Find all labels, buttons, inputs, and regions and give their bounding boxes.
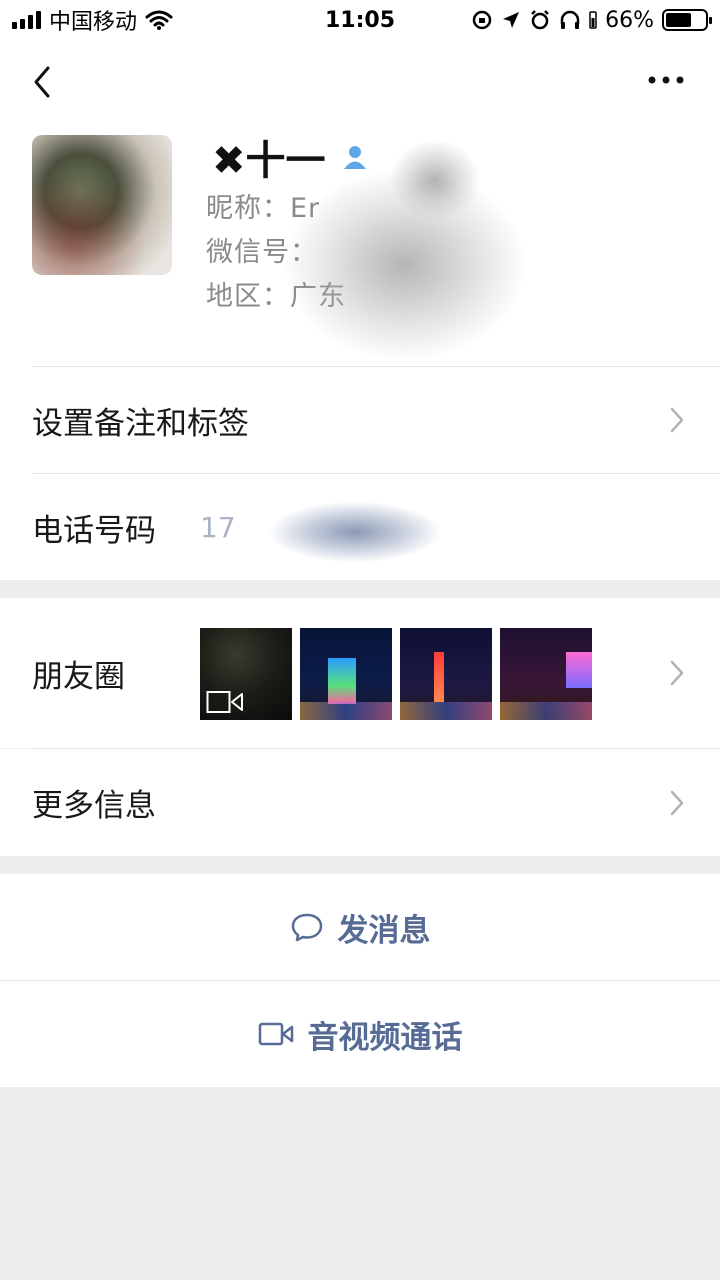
more-info-row[interactable]: 更多信息 xyxy=(0,749,720,856)
signal-icon xyxy=(12,11,41,29)
divider xyxy=(0,980,720,981)
chevron-right-icon xyxy=(670,407,684,433)
remark-tags-row[interactable]: 设置备注和标签 xyxy=(0,367,720,473)
chevron-right-icon xyxy=(670,790,684,815)
male-user-icon xyxy=(343,146,366,169)
privacy-scribble xyxy=(270,502,440,562)
video-call-label: 音视频通话 xyxy=(307,1019,463,1056)
chat-bubble-icon xyxy=(291,913,322,942)
name-row: ✖十一 xyxy=(212,128,370,186)
headphones-icon xyxy=(560,10,580,29)
video-icon xyxy=(206,691,243,713)
privacy-scribble xyxy=(390,140,480,220)
divider xyxy=(32,748,720,749)
phone-label: 电话号码 xyxy=(32,512,156,549)
status-left: 中国移动 xyxy=(12,4,173,36)
moment-thumbnail xyxy=(500,628,592,720)
display-name: ✖十一 xyxy=(212,138,326,184)
moments-thumbnails xyxy=(200,628,592,720)
video-camera-icon xyxy=(258,1022,293,1046)
send-message-label: 发消息 xyxy=(337,912,431,949)
wifi-icon xyxy=(145,10,173,30)
chevron-right-icon xyxy=(670,660,684,686)
moment-thumbnail xyxy=(300,628,392,720)
avatar[interactable] xyxy=(32,135,172,275)
moments-row[interactable]: 朋友圈 xyxy=(0,598,720,748)
more-info-label: 更多信息 xyxy=(32,788,156,824)
phone-value[interactable]: 17 xyxy=(200,511,236,544)
video-call-button[interactable]: 音视频通话 xyxy=(0,981,720,1087)
battery-fill xyxy=(666,13,692,27)
remark-tags-label: 设置备注和标签 xyxy=(32,405,249,442)
profile-card: ✖十一 昵称：Er 微信号： 地区：广东 设置备注和标签 电话号码 17 xyxy=(0,40,720,580)
rotation-lock-icon xyxy=(472,10,492,30)
alarm-icon xyxy=(531,10,549,30)
battery-percent: 66% xyxy=(605,7,654,33)
location-icon xyxy=(503,12,520,28)
moment-thumbnail xyxy=(200,628,292,720)
moment-thumbnail xyxy=(400,628,492,720)
battery-icon xyxy=(662,9,712,31)
moments-label: 朋友圈 xyxy=(32,658,125,695)
chevron-left-icon[interactable] xyxy=(28,62,58,102)
ellipsis-icon[interactable] xyxy=(646,70,686,90)
phone-row[interactable]: 电话号码 17 xyxy=(0,474,720,580)
carrier-name: 中国移动 xyxy=(49,10,138,35)
battery-small-icon xyxy=(589,11,597,29)
status-right: 66% xyxy=(471,7,712,33)
send-message-button[interactable]: 发消息 xyxy=(0,874,720,980)
status-bar: 中国移动 11:05 66% xyxy=(0,0,720,40)
